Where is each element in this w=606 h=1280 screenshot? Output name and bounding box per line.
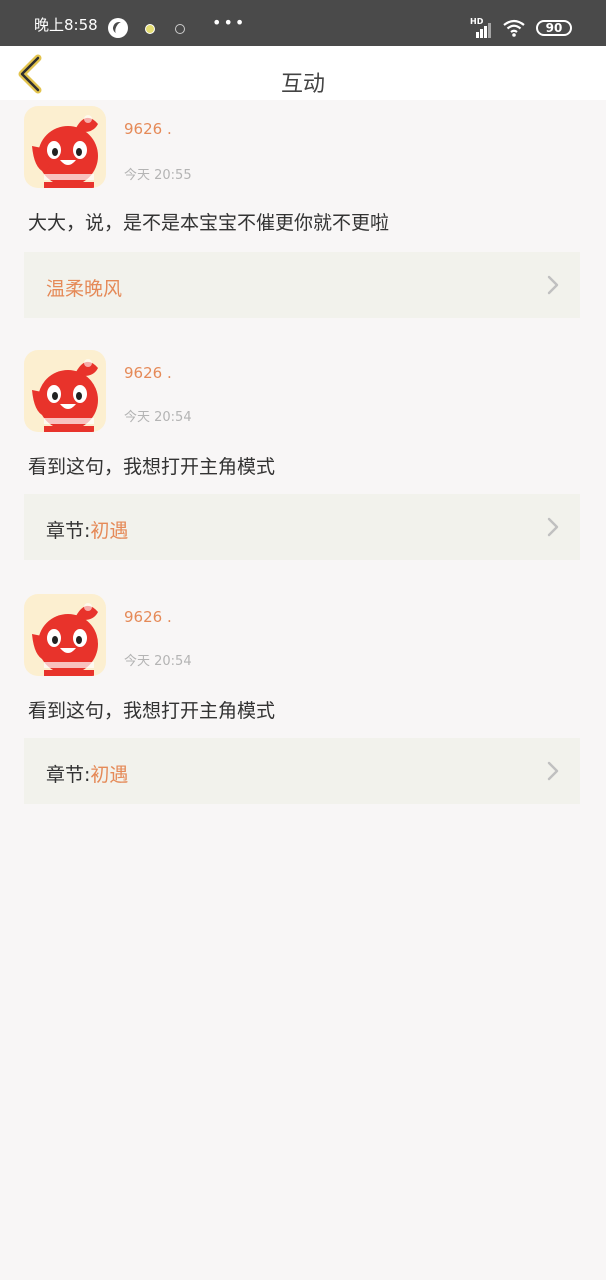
source-link-label: 温柔晚风: [46, 274, 122, 301]
chapter-link[interactable]: 章节:初遇: [24, 738, 580, 804]
nav-bar: 互动: [0, 46, 606, 100]
chapter-prefix: 章节:: [46, 520, 91, 542]
status-time: 晚上8:58: [34, 16, 98, 34]
chapter-name: 初遇: [90, 520, 129, 542]
comment-text: 看到这句，我想打开主角模式: [28, 456, 276, 478]
username[interactable]: 9626 .: [124, 120, 172, 138]
notification-dot-icon: [145, 24, 155, 34]
chapter-name: 初遇: [90, 764, 129, 786]
chevron-right-icon: [547, 517, 559, 537]
timestamp: 今天 20:54: [124, 654, 192, 669]
signal-icon: HD: [470, 17, 494, 38]
mascot-avatar-icon: [32, 603, 98, 676]
chapter-link-label: 章节:初遇: [46, 760, 128, 787]
avatar[interactable]: [24, 350, 106, 432]
source-link[interactable]: 温柔晚风: [24, 252, 580, 318]
username[interactable]: 9626 .: [124, 608, 172, 626]
mascot-avatar-icon: [32, 359, 98, 432]
battery-icon: 90: [536, 20, 572, 36]
battery-level: 90: [545, 21, 563, 35]
chapter-link[interactable]: 章节:初遇: [24, 494, 580, 560]
chevron-right-icon: [547, 761, 559, 781]
timestamp: 今天 20:55: [124, 168, 192, 183]
username[interactable]: 9626 .: [124, 364, 172, 382]
chapter-prefix: 章节:: [46, 764, 91, 786]
avatar[interactable]: [24, 594, 106, 676]
more-notifications-icon: •••: [212, 13, 247, 32]
timestamp: 今天 20:54: [124, 410, 192, 425]
mascot-avatar-icon: [32, 115, 98, 188]
status-bar: 晚上8:58 ••• HD 90: [0, 0, 606, 46]
sync-icon: [175, 24, 185, 34]
comment-text: 大大，说，是不是本宝宝不催更你就不更啦: [28, 212, 390, 234]
avatar[interactable]: [24, 106, 106, 188]
source-link-value: 温柔晚风: [46, 278, 123, 300]
wifi-icon: [502, 18, 526, 38]
network-type-label: HD: [470, 17, 484, 26]
chapter-link-label: 章节:初遇: [46, 516, 128, 543]
browser-icon: [108, 18, 128, 38]
chevron-right-icon: [547, 275, 559, 295]
comment-text: 看到这句，我想打开主角模式: [28, 700, 276, 722]
page-title: 互动: [280, 72, 325, 97]
